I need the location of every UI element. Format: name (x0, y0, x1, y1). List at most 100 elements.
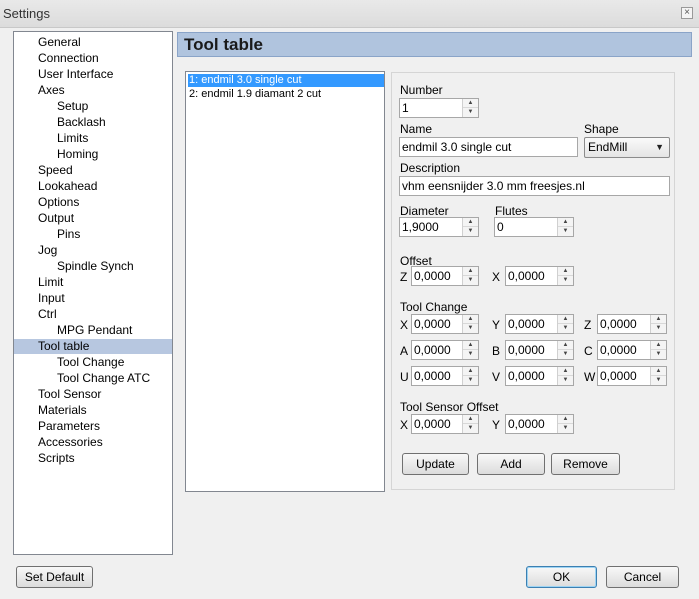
spinner-arrows-icon[interactable]: ▲ ▼ (557, 341, 573, 359)
nav-item-limits[interactable]: Limits (14, 131, 172, 146)
spinner-arrows-icon[interactable]: ▲ ▼ (557, 415, 573, 433)
spinner-arrows-icon[interactable]: ▲ ▼ (462, 315, 478, 333)
shape-label: Shape (584, 122, 619, 136)
nav-item-parameters[interactable]: Parameters (14, 419, 172, 434)
window-titlebar: Settings × (0, 0, 699, 28)
tc-w-spinner[interactable]: 0,0000 ▲ ▼ (597, 366, 667, 386)
tc-c-label: C (584, 344, 593, 358)
nav-item-homing[interactable]: Homing (14, 147, 172, 162)
nav-item-tool-change[interactable]: Tool Change (14, 355, 172, 370)
spinner-arrows-icon[interactable]: ▲ ▼ (650, 367, 666, 385)
tc-u-label: U (400, 370, 409, 384)
window-title: Settings (3, 6, 50, 21)
nav-item-input[interactable]: Input (14, 291, 172, 306)
tc-y-label: Y (492, 318, 501, 332)
spinner-arrows-icon[interactable]: ▲ ▼ (462, 218, 478, 236)
tc-b-label: B (492, 344, 501, 358)
nav-item-tool-change-atc[interactable]: Tool Change ATC (14, 371, 172, 386)
tc-b-spinner[interactable]: 0,0000 ▲ ▼ (505, 340, 574, 360)
tc-v-spinner[interactable]: 0,0000 ▲ ▼ (505, 366, 574, 386)
nav-item-speed[interactable]: Speed (14, 163, 172, 178)
nav-item-tool-sensor[interactable]: Tool Sensor (14, 387, 172, 402)
spinner-arrows-icon[interactable]: ▲ ▼ (557, 315, 573, 333)
sensor-x-spinner[interactable]: 0,0000 ▲ ▼ (411, 414, 479, 434)
page-header: Tool table (177, 32, 692, 57)
set-default-button[interactable]: Set Default (16, 566, 93, 588)
dropdown-arrow-icon: ▼ (655, 142, 664, 152)
number-value: 1 (402, 101, 409, 115)
tool-change-label: Tool Change (400, 300, 468, 314)
nav-item-accessories[interactable]: Accessories (14, 435, 172, 450)
sensor-x-label: X (400, 418, 409, 432)
offset-z-spinner[interactable]: 0,0000 ▲ ▼ (411, 266, 479, 286)
settings-nav-tree[interactable]: General Connection User Interface Axes Setup… (13, 31, 173, 555)
nav-item-options[interactable]: Options (14, 195, 172, 210)
tool-list-item[interactable]: 2: endmil 1.9 diamant 2 cut (188, 88, 384, 101)
number-label: Number (400, 83, 443, 97)
update-button[interactable]: Update (402, 453, 469, 475)
nav-item-general[interactable]: General (14, 35, 172, 50)
nav-item-spindle-synch[interactable]: Spindle Synch (14, 259, 172, 274)
tc-y-spinner[interactable]: 0,0000 ▲ ▼ (505, 314, 574, 334)
tc-a-label: A (400, 344, 409, 358)
diameter-value: 1,9000 (402, 220, 439, 234)
tc-z-spinner[interactable]: 0,0000 ▲ ▼ (597, 314, 667, 334)
nav-item-ctrl[interactable]: Ctrl (14, 307, 172, 322)
nav-item-output[interactable]: Output (14, 211, 172, 226)
tool-list[interactable]: 1: endmil 3.0 single cut 2: endmil 1.9 di… (185, 71, 385, 492)
sensor-offset-label: Tool Sensor Offset (400, 400, 499, 414)
spinner-arrows-icon[interactable]: ▲ ▼ (650, 315, 666, 333)
tc-u-spinner[interactable]: 0,0000 ▲ ▼ (411, 366, 479, 386)
nav-item-limit[interactable]: Limit (14, 275, 172, 290)
spinner-arrows-icon[interactable]: ▲ ▼ (462, 99, 478, 117)
nav-item-tool-table[interactable]: Tool table (14, 339, 172, 354)
nav-item-lookahead[interactable]: Lookahead (14, 179, 172, 194)
spinner-arrows-icon[interactable]: ▲ ▼ (462, 267, 478, 285)
tc-c-spinner[interactable]: 0,0000 ▲ ▼ (597, 340, 667, 360)
tc-x-spinner[interactable]: 0,0000 ▲ ▼ (411, 314, 479, 334)
description-label: Description (400, 161, 461, 175)
spinner-arrows-icon[interactable]: ▲ ▼ (462, 415, 478, 433)
tc-w-label: W (584, 370, 596, 384)
spinner-arrows-icon[interactable]: ▲ ▼ (650, 341, 666, 359)
diameter-label: Diameter (400, 204, 449, 218)
tc-a-spinner[interactable]: 0,0000 ▲ ▼ (411, 340, 479, 360)
nav-item-user-interface[interactable]: User Interface (14, 67, 172, 82)
spinner-arrows-icon[interactable]: ▲ ▼ (557, 267, 573, 285)
nav-item-connection[interactable]: Connection (14, 51, 172, 66)
spinner-arrows-icon[interactable]: ▲ ▼ (462, 341, 478, 359)
offset-x-spinner[interactable]: 0,0000 ▲ ▼ (505, 266, 574, 286)
tc-v-label: V (492, 370, 501, 384)
ok-button[interactable]: OK (526, 566, 597, 588)
nav-item-scripts[interactable]: Scripts (14, 451, 172, 466)
spinner-arrows-icon[interactable]: ▲ ▼ (462, 367, 478, 385)
shape-value: EndMill (588, 140, 628, 154)
page-title: Tool table (184, 35, 264, 54)
flutes-spinner[interactable]: 0 ▲ ▼ (494, 217, 574, 237)
tc-x-label: X (400, 318, 409, 332)
nav-item-mpg-pendant[interactable]: MPG Pendant (14, 323, 172, 338)
nav-item-materials[interactable]: Materials (14, 403, 172, 418)
flutes-value: 0 (497, 220, 504, 234)
remove-button[interactable]: Remove (551, 453, 620, 475)
cancel-button[interactable]: Cancel (606, 566, 679, 588)
nav-item-pins[interactable]: Pins (14, 227, 172, 242)
diameter-spinner[interactable]: 1,9000 ▲ ▼ (399, 217, 479, 237)
name-input[interactable]: endmil 3.0 single cut (399, 137, 578, 157)
nav-item-axes[interactable]: Axes (14, 83, 172, 98)
offset-z-label: Z (400, 270, 408, 284)
sensor-y-spinner[interactable]: 0,0000 ▲ ▼ (505, 414, 574, 434)
close-icon[interactable]: × (681, 7, 693, 19)
add-button[interactable]: Add (477, 453, 545, 475)
tool-list-item[interactable]: 1: endmil 3.0 single cut (188, 74, 384, 87)
spinner-arrows-icon[interactable]: ▲ ▼ (557, 218, 573, 236)
offset-x-label: X (492, 270, 501, 284)
description-input[interactable]: vhm eensnijder 3.0 mm freesjes.nl (399, 176, 670, 196)
spinner-arrows-icon[interactable]: ▲ ▼ (557, 367, 573, 385)
shape-select[interactable]: EndMill ▼ (584, 137, 670, 158)
nav-item-setup[interactable]: Setup (14, 99, 172, 114)
flutes-label: Flutes (495, 204, 528, 218)
nav-item-backlash[interactable]: Backlash (14, 115, 172, 130)
number-spinner[interactable]: 1 ▲ ▼ (399, 98, 479, 118)
nav-item-jog[interactable]: Jog (14, 243, 172, 258)
